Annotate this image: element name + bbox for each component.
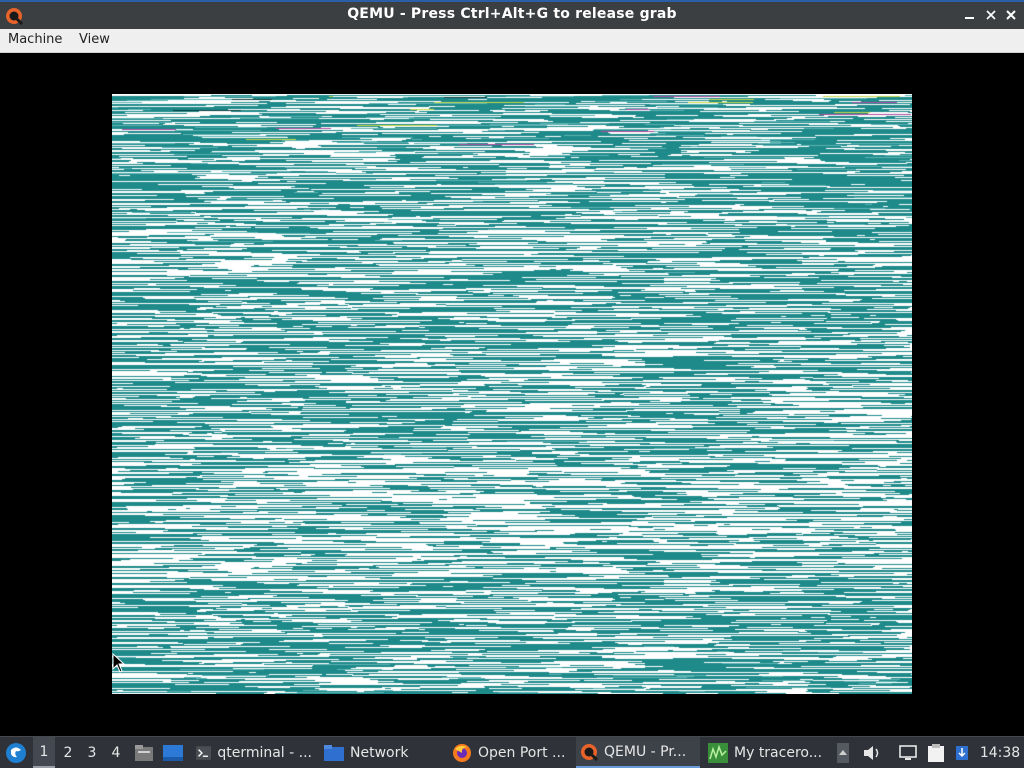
minimize-icon[interactable] bbox=[962, 7, 978, 23]
folder-icon bbox=[324, 744, 344, 761]
scroll-arrow-icon[interactable] bbox=[835, 737, 851, 768]
task-network[interactable]: Network bbox=[320, 737, 444, 768]
menu-view[interactable]: View bbox=[77, 32, 112, 47]
workspace-2[interactable]: 2 bbox=[57, 737, 79, 768]
task-label: My tracero... bbox=[734, 744, 823, 761]
task-label: Open Port ... bbox=[478, 744, 566, 761]
show-desktop-icon[interactable] bbox=[160, 737, 186, 768]
clock-text: 14:38 bbox=[979, 744, 1021, 761]
close-icon[interactable] bbox=[1003, 7, 1019, 23]
menu-machine[interactable]: Machine bbox=[6, 32, 64, 47]
task-mtr[interactable]: My tracero... bbox=[704, 737, 828, 768]
vm-display-area[interactable] bbox=[0, 53, 1024, 736]
window-title: QEMU - Press Ctrl+Alt+G to release grab bbox=[347, 6, 677, 22]
task-qterminal[interactable]: qterminal - ... bbox=[192, 737, 316, 768]
terminal-icon bbox=[196, 745, 212, 760]
maximize-icon[interactable] bbox=[983, 7, 999, 23]
window-titlebar[interactable]: QEMU - Press Ctrl+Alt+G to release grab bbox=[0, 0, 1024, 29]
workspace-1[interactable]: 1 bbox=[33, 737, 55, 768]
network-icon[interactable] bbox=[896, 737, 920, 768]
workspace-3[interactable]: 3 bbox=[81, 737, 103, 768]
menubar: Machine View bbox=[0, 29, 1024, 53]
lxqt-start-icon bbox=[6, 742, 26, 763]
task-label: qterminal - ... bbox=[217, 744, 312, 761]
mouse-pointer-icon bbox=[112, 653, 126, 673]
task-firefox[interactable]: Open Port ... bbox=[448, 737, 572, 768]
firefox-icon bbox=[453, 743, 471, 762]
volume-icon[interactable] bbox=[860, 737, 884, 768]
qemu-icon bbox=[581, 743, 598, 761]
clock[interactable]: 14:38 bbox=[978, 737, 1022, 768]
mtr-icon bbox=[708, 742, 728, 763]
task-label: QEMU - Pr... bbox=[604, 743, 687, 760]
file-manager-icon[interactable] bbox=[132, 737, 156, 768]
update-icon[interactable] bbox=[952, 737, 972, 768]
guest-screen[interactable] bbox=[112, 94, 912, 694]
task-qemu[interactable]: QEMU - Pr... bbox=[576, 737, 700, 768]
task-label: Network bbox=[350, 744, 409, 761]
framebuffer-noise bbox=[112, 94, 912, 694]
start-menu-button[interactable] bbox=[2, 737, 30, 768]
taskbar: 1 2 3 4 qterminal - ... Network Open Por… bbox=[0, 736, 1024, 768]
workspace-4[interactable]: 4 bbox=[105, 737, 127, 768]
clipboard-icon[interactable] bbox=[924, 737, 948, 768]
